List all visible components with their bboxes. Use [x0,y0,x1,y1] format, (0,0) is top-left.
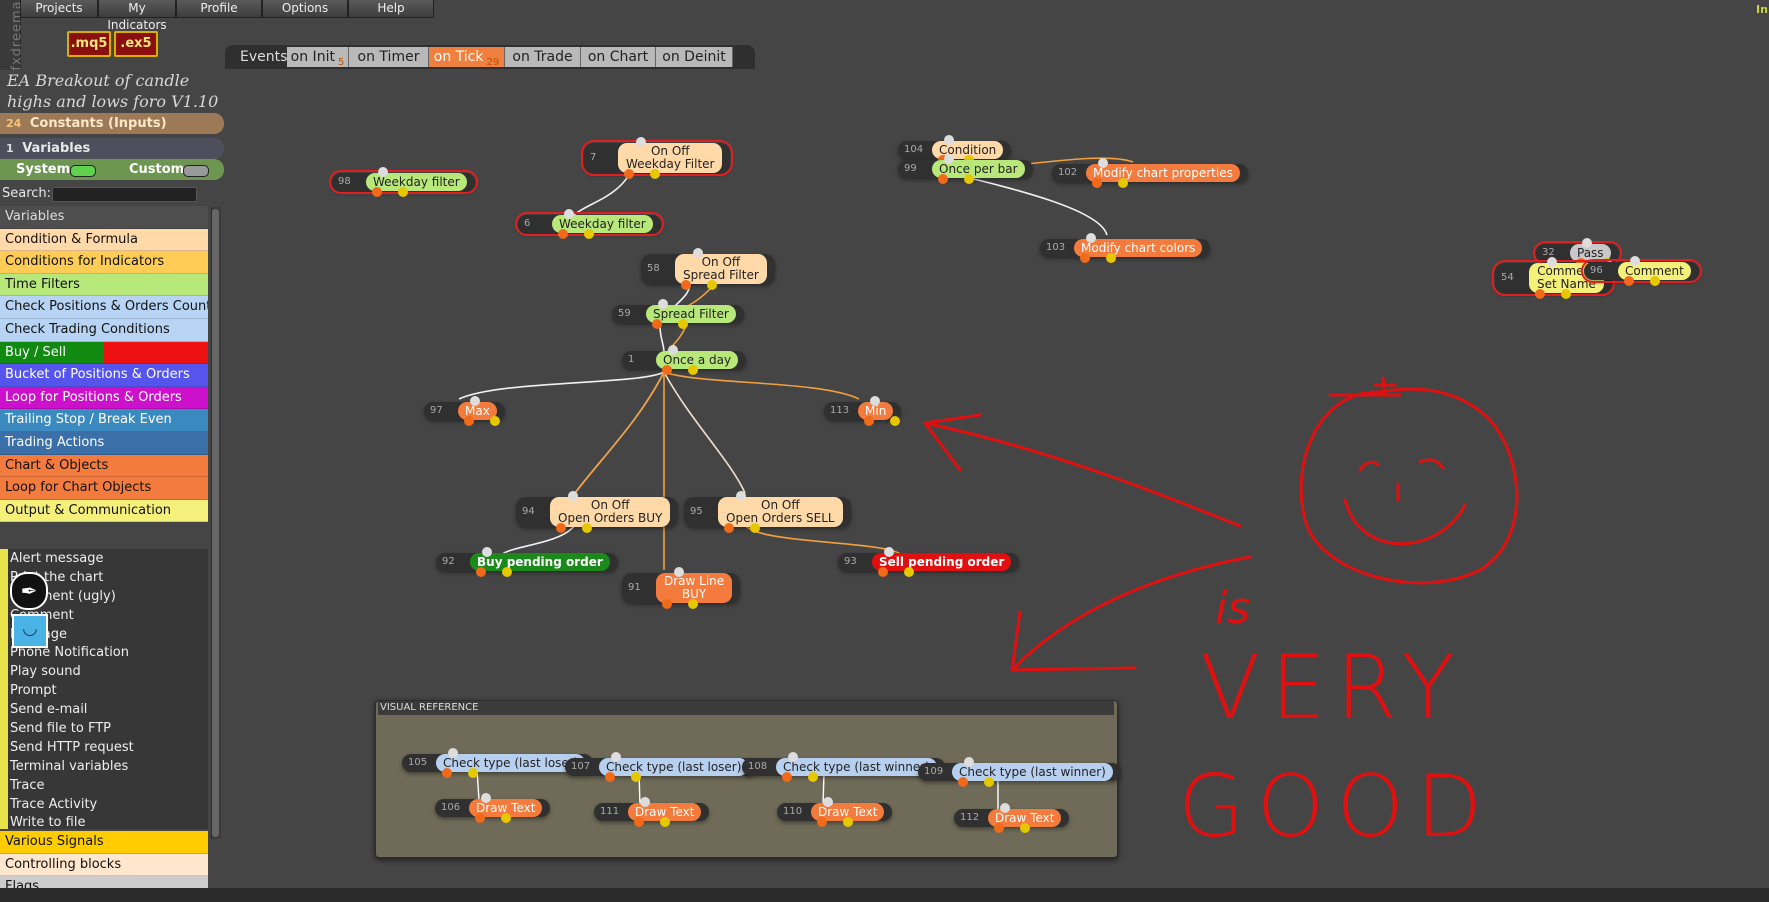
annotation-is: is [1215,583,1250,634]
annotation-good: GOOD [1178,757,1494,857]
smiley-eye-right [1418,458,1445,470]
arrow-upper [923,413,1242,528]
smiley-face-outline [1299,387,1519,585]
annotation-very: VERY [1200,636,1465,739]
taskbar [0,888,1769,902]
smiley-eye-left [1358,460,1380,472]
handdrawn-annotation: is VERY GOOD [923,376,1519,857]
smiley-mouth [1343,498,1467,546]
